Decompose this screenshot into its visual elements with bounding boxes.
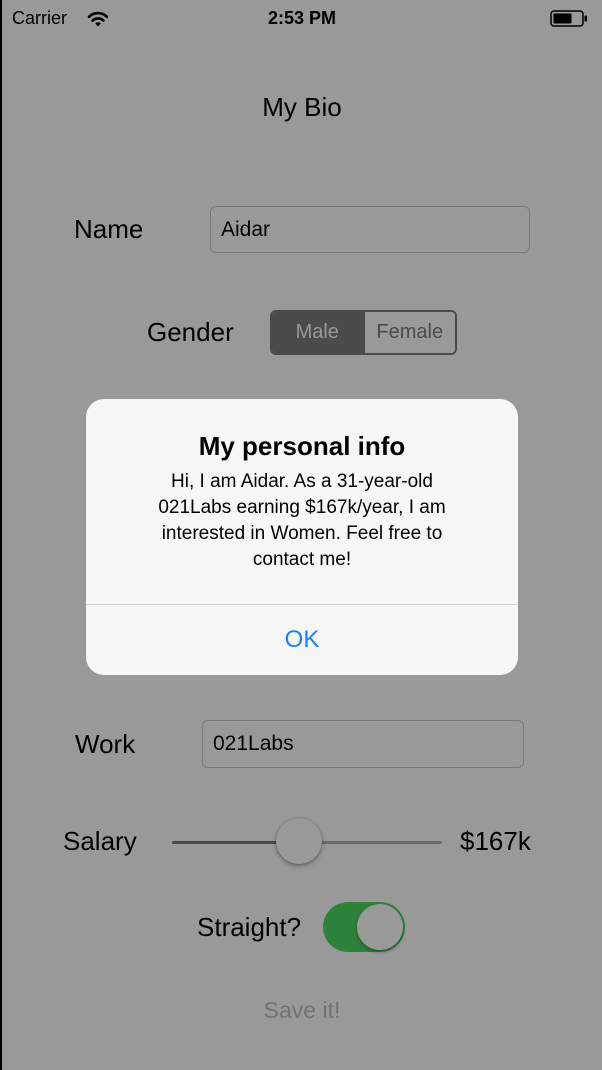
alert-message: Hi, I am Aidar. As a 31-year-old 021Labs… (158, 471, 446, 570)
alert-title: My personal info (198, 431, 406, 461)
screen: Carrier 2:53 PM My Bio Name Aidar Gender… (2, 0, 602, 1070)
alert-ok-button[interactable]: OK (86, 605, 518, 675)
alert-dialog: My personal info Hi, I am Aidar. As a 31… (86, 399, 518, 675)
